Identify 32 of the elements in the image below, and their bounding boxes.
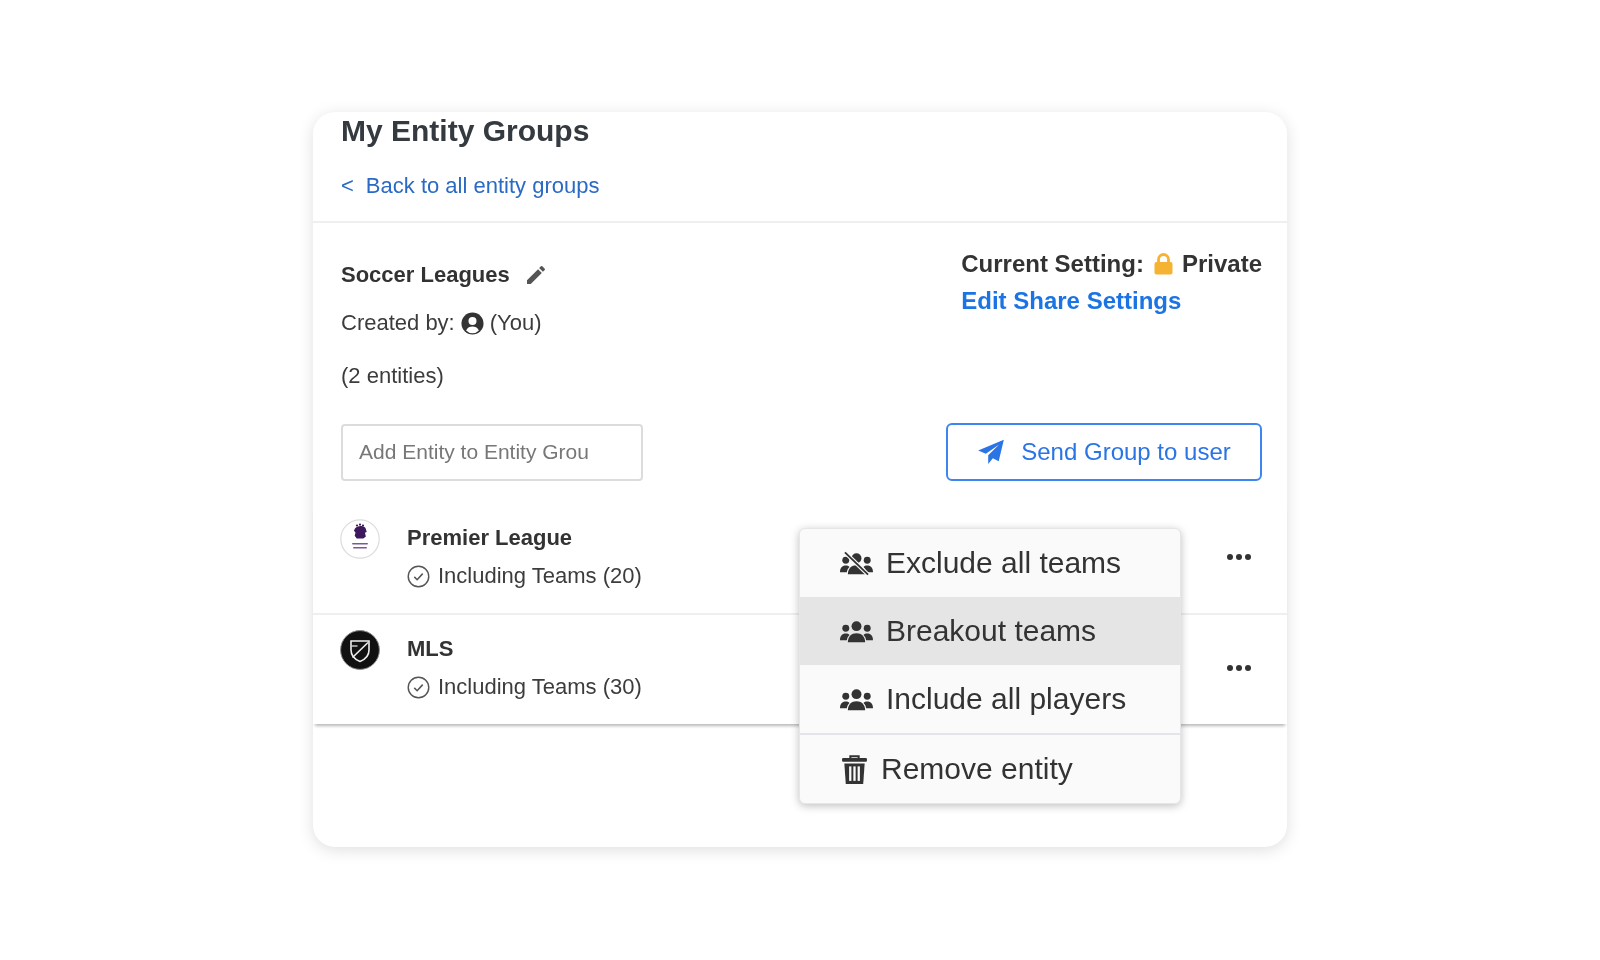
share-setting-value: Private xyxy=(1181,249,1262,279)
circle-check-icon xyxy=(407,564,430,588)
entity-count: (2 entities) xyxy=(341,362,444,390)
send-group-button[interactable]: Send Group to user xyxy=(946,423,1262,481)
paper-plane-icon xyxy=(977,438,1006,466)
share-setting-label: Current Setting: xyxy=(961,249,1144,279)
menu-item[interactable]: Exclude all teams xyxy=(800,529,1180,597)
back-link[interactable]: < Back to all entity groups xyxy=(341,171,600,201)
menu-item[interactable]: Include all players xyxy=(800,665,1180,733)
menu-item[interactable]: Remove entity xyxy=(800,733,1180,803)
page-title: My Entity Groups xyxy=(341,113,590,149)
users-icon xyxy=(840,686,873,712)
ellipsis-icon xyxy=(1227,665,1251,671)
add-entity-input[interactable]: Add Entity to Entity Grou xyxy=(341,423,643,481)
ellipsis-icon xyxy=(1227,554,1251,560)
menu-item[interactable]: Breakout teams xyxy=(800,597,1180,665)
entity-detail: Including Teams (20) xyxy=(438,562,642,590)
entity-name: Premier League xyxy=(407,524,574,552)
group-name: Soccer Leagues xyxy=(341,261,510,289)
created-by-label: Created by: xyxy=(341,309,455,337)
creator-name: (You) xyxy=(489,309,542,337)
entity-name: MLS xyxy=(407,635,455,663)
edit-share-settings-link[interactable]: Edit Share Settings xyxy=(961,285,1182,317)
user-avatar-icon xyxy=(460,311,484,335)
users-icon xyxy=(840,618,873,644)
lion-logo-icon xyxy=(340,519,380,559)
circle-check-icon xyxy=(407,675,430,699)
users-slash-icon xyxy=(840,550,873,576)
lock-icon xyxy=(1153,253,1173,275)
entity-detail: Including Teams (30) xyxy=(438,673,642,701)
trash-icon xyxy=(842,754,867,784)
shield-logo-icon xyxy=(340,630,380,670)
